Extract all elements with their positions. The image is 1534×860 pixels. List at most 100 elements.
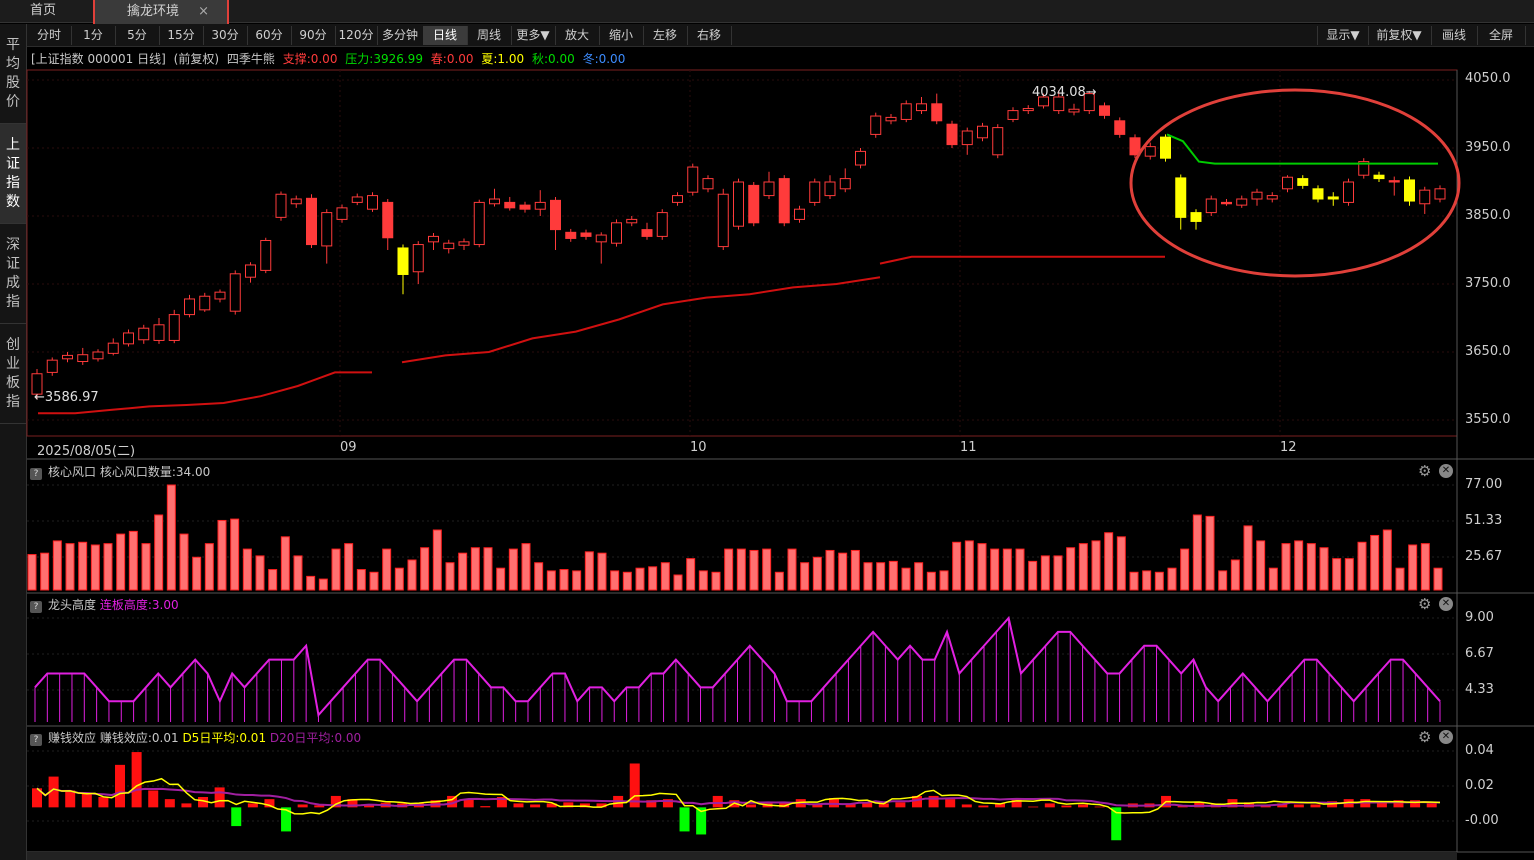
money-effect-bar: [745, 804, 756, 808]
candle-body: [1297, 178, 1309, 186]
core-theme-bar: [90, 544, 100, 591]
core-theme-bar: [242, 548, 252, 591]
x-date-label: 2025/08/05(二): [37, 444, 136, 459]
core-theme-bar: [774, 571, 784, 591]
money-effect-bar: [98, 796, 109, 808]
candlestick-series: [31, 90, 1446, 400]
candle-body: [870, 115, 882, 135]
candle-body: [1190, 212, 1202, 222]
core-theme-bar: [483, 547, 493, 591]
money-effect-bar: [1078, 804, 1089, 808]
y-tick: 25.67: [1465, 549, 1503, 564]
candle-body: [534, 201, 546, 210]
candle-body: [656, 212, 668, 237]
candle-body: [1144, 146, 1156, 157]
core-theme-bar: [1002, 548, 1012, 591]
x-month-label: 12: [1280, 440, 1297, 455]
candle-body: [62, 354, 73, 360]
main-frame: [26, 69, 1458, 437]
core-theme-bar: [673, 574, 683, 591]
core-theme-bar: [192, 556, 202, 591]
candle-body: [946, 123, 958, 146]
candle-body: [977, 125, 988, 139]
core-theme-bar: [268, 569, 278, 591]
horizontal-scrollbar[interactable]: [27, 852, 1457, 860]
money-effect-bar: [513, 803, 524, 808]
candle-body: [214, 291, 226, 300]
candle-body: [489, 198, 500, 205]
money-effect-bar: [712, 795, 723, 808]
core-theme-bar: [293, 555, 303, 591]
core-theme-bar: [458, 552, 468, 591]
core-theme-bar: [1142, 570, 1152, 591]
core-theme-bar: [1116, 536, 1126, 591]
candle-body: [611, 222, 622, 244]
y-tick: 0.02: [1465, 778, 1494, 793]
core-theme-bar: [736, 548, 746, 591]
candle-body: [1114, 120, 1126, 135]
core-theme-bar: [648, 566, 658, 591]
candle-body: [1343, 181, 1354, 203]
core-theme-bar: [939, 570, 949, 591]
y-tick: 6.67: [1465, 646, 1494, 661]
gear-icon[interactable]: ⚙: [1418, 728, 1431, 746]
close-icon[interactable]: ✕: [1439, 464, 1453, 478]
leader-height-series: [34, 615, 1441, 722]
core-theme-bar: [1167, 567, 1177, 591]
candle-body: [168, 314, 180, 341]
help-icon[interactable]: ?: [30, 601, 42, 613]
money-effect-bar: [1094, 806, 1105, 808]
core-theme-bar: [888, 560, 898, 591]
core-theme-bar: [1306, 543, 1316, 591]
candle-body: [199, 295, 211, 311]
core-theme-bar: [1382, 529, 1392, 591]
candle-body: [778, 178, 790, 224]
core-theme-bar: [407, 559, 417, 591]
panel3-title: ? 赚钱效应 赚钱效应:0.01 D5日平均:0.01 D20日平均:0.00: [30, 729, 361, 746]
core-theme-bar: [990, 548, 1000, 591]
core-theme-bar: [78, 541, 88, 591]
core-theme-bar: [1180, 548, 1190, 591]
core-theme-bar: [724, 548, 734, 591]
core-theme-bar: [280, 536, 290, 591]
core-theme-bar: [420, 547, 430, 591]
candle-body: [46, 359, 58, 373]
core-theme-bar: [825, 549, 835, 591]
core-theme-bar: [800, 562, 810, 591]
candle-body: [1236, 198, 1248, 206]
candle-body: [306, 197, 317, 246]
candle-body: [931, 103, 943, 122]
money-effect-bar: [961, 804, 972, 808]
candle-body: [885, 116, 897, 122]
core-theme-bar: [1281, 543, 1291, 591]
candle-body: [123, 332, 134, 345]
pressure-line: [1166, 133, 1438, 165]
core-theme-bar: [432, 529, 442, 591]
money-effect-bar: [148, 790, 159, 808]
candle-body: [733, 181, 744, 227]
candle-body: [138, 327, 150, 341]
core-theme-bar: [141, 543, 151, 591]
core-theme-bar: [27, 554, 37, 591]
y-tick: 3550.0: [1465, 412, 1511, 427]
core-theme-bar: [179, 533, 189, 591]
help-icon[interactable]: ?: [30, 468, 42, 480]
help-icon[interactable]: ?: [30, 734, 42, 746]
core-theme-bar: [65, 543, 75, 591]
candle-body: [550, 199, 561, 231]
close-icon[interactable]: ✕: [1439, 597, 1453, 611]
close-icon[interactable]: ✕: [1439, 730, 1453, 744]
candle-body: [580, 232, 592, 237]
gear-icon[interactable]: ⚙: [1418, 595, 1431, 613]
y-tick: 3650.0: [1465, 344, 1511, 359]
candle-body: [245, 264, 256, 278]
money-effect-bar: [480, 806, 491, 808]
candle-body: [1388, 180, 1400, 183]
candle-body: [367, 195, 378, 210]
gear-icon[interactable]: ⚙: [1418, 462, 1431, 480]
panel1-title: ? 核心风口 核心风口数量:34.00: [30, 463, 210, 480]
candle-body: [1160, 136, 1171, 159]
core-theme-bar: [1205, 515, 1215, 591]
money-effect-bar: [1044, 803, 1055, 808]
core-theme-bar: [1015, 548, 1025, 591]
